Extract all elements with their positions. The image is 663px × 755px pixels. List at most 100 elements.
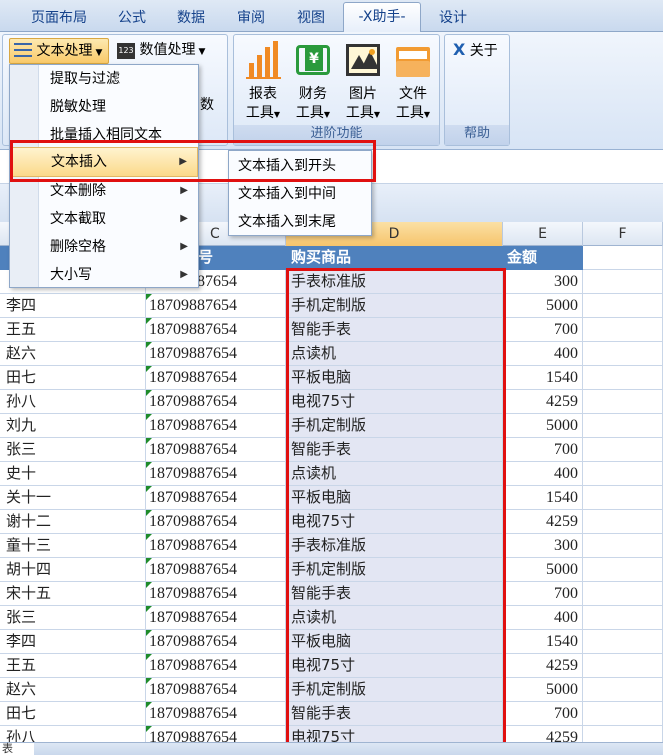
- cell-amount[interactable]: 700: [503, 438, 583, 462]
- cell-f[interactable]: [583, 294, 663, 318]
- cell-product[interactable]: 手机定制版: [286, 414, 503, 438]
- cell-product[interactable]: 电视75寸: [286, 510, 503, 534]
- about-button[interactable]: X 关于: [449, 38, 507, 64]
- text-processing-button[interactable]: 文本处理 ▼: [9, 38, 109, 64]
- cell-product[interactable]: 点读机: [286, 606, 503, 630]
- menu-item[interactable]: 脱敏处理: [11, 93, 198, 121]
- submenu-item[interactable]: 文本插入到中间: [230, 180, 370, 208]
- tab-review[interactable]: 审阅: [224, 6, 278, 32]
- cell-f[interactable]: [583, 702, 663, 726]
- cell-phone[interactable]: 18709887654: [146, 678, 286, 702]
- cell-product[interactable]: 智能手表: [286, 582, 503, 606]
- cell-amount[interactable]: 4259: [503, 726, 583, 742]
- cell-product[interactable]: 电视75寸: [286, 654, 503, 678]
- cell-f[interactable]: [583, 390, 663, 414]
- cell-f[interactable]: [583, 366, 663, 390]
- cell-name[interactable]: 孙八: [0, 726, 146, 742]
- cell-phone[interactable]: 18709887654: [146, 534, 286, 558]
- menu-item[interactable]: 删除空格 ▶: [11, 233, 198, 261]
- cell-amount[interactable]: 400: [503, 606, 583, 630]
- cell-amount[interactable]: 4259: [503, 390, 583, 414]
- cell-f[interactable]: [583, 726, 663, 742]
- header-cell-product[interactable]: 购买商品: [286, 246, 503, 270]
- cell-name[interactable]: 童十三: [0, 534, 146, 558]
- file-tools-button[interactable]: 文件 工具▼: [388, 41, 438, 124]
- sheet-tab[interactable]: 表: [0, 743, 34, 755]
- tab-x-helper[interactable]: -X助手-: [343, 2, 421, 33]
- cell-f[interactable]: [583, 678, 663, 702]
- cell-phone[interactable]: 18709887654: [146, 414, 286, 438]
- cell-name[interactable]: 王五: [0, 318, 146, 342]
- cell-amount[interactable]: 4259: [503, 510, 583, 534]
- cell-amount[interactable]: 1540: [503, 366, 583, 390]
- cell-phone[interactable]: 18709887654: [146, 702, 286, 726]
- cell-f[interactable]: [583, 486, 663, 510]
- cell-f[interactable]: [583, 630, 663, 654]
- cell-name[interactable]: 宋十五: [0, 582, 146, 606]
- cell-product[interactable]: 平板电脑: [286, 366, 503, 390]
- cell-amount[interactable]: 1540: [503, 630, 583, 654]
- cell-f[interactable]: [583, 342, 663, 366]
- cell-f[interactable]: [583, 438, 663, 462]
- column-header-f[interactable]: F: [583, 222, 663, 246]
- cell-phone[interactable]: 18709887654: [146, 486, 286, 510]
- cell-amount[interactable]: 700: [503, 318, 583, 342]
- cell-product[interactable]: 智能手表: [286, 318, 503, 342]
- cell-name[interactable]: 王五: [0, 654, 146, 678]
- cell-phone[interactable]: 18709887654: [146, 606, 286, 630]
- tab-design[interactable]: 设计: [426, 6, 480, 32]
- menu-item[interactable]: 提取与过滤: [11, 65, 198, 93]
- cell-phone[interactable]: 18709887654: [146, 390, 286, 414]
- cell-amount[interactable]: 300: [503, 270, 583, 294]
- cell-f[interactable]: [583, 582, 663, 606]
- cell-name[interactable]: 李四: [0, 294, 146, 318]
- cell-f[interactable]: [583, 510, 663, 534]
- cell-name[interactable]: 谢十二: [0, 510, 146, 534]
- cell-product[interactable]: 电视75寸: [286, 726, 503, 742]
- finance-tools-button[interactable]: ¥ 财务 工具▼: [288, 41, 338, 124]
- cell-name[interactable]: 张三: [0, 606, 146, 630]
- submenu-item[interactable]: 文本插入到末尾: [230, 208, 370, 236]
- tab-page-layout[interactable]: 页面布局: [18, 6, 100, 32]
- menu-item[interactable]: 文本删除 ▶: [11, 177, 198, 205]
- tab-data[interactable]: 数据: [164, 6, 218, 32]
- cell-name[interactable]: 胡十四: [0, 558, 146, 582]
- cell-amount[interactable]: 1540: [503, 486, 583, 510]
- cell-name[interactable]: 张三: [0, 438, 146, 462]
- cell-product[interactable]: 平板电脑: [286, 630, 503, 654]
- cell-product[interactable]: 手机定制版: [286, 294, 503, 318]
- cell-f[interactable]: [583, 246, 663, 270]
- cell-phone[interactable]: 18709887654: [146, 630, 286, 654]
- cell-amount[interactable]: 300: [503, 534, 583, 558]
- cell-product[interactable]: 智能手表: [286, 702, 503, 726]
- cell-product[interactable]: 手表标准版: [286, 534, 503, 558]
- cell-phone[interactable]: 18709887654: [146, 726, 286, 742]
- cell-f[interactable]: [583, 462, 663, 486]
- image-tools-button[interactable]: 图片 工具▼: [338, 41, 388, 124]
- cell-amount[interactable]: 400: [503, 342, 583, 366]
- cell-name[interactable]: 赵六: [0, 342, 146, 366]
- cell-name[interactable]: 史十: [0, 462, 146, 486]
- cell-phone[interactable]: 18709887654: [146, 558, 286, 582]
- cell-amount[interactable]: 5000: [503, 294, 583, 318]
- cell-phone[interactable]: 18709887654: [146, 462, 286, 486]
- header-cell-amount[interactable]: 金额: [503, 246, 583, 270]
- cell-f[interactable]: [583, 606, 663, 630]
- cell-amount[interactable]: 700: [503, 582, 583, 606]
- cell-product[interactable]: 电视75寸: [286, 390, 503, 414]
- menu-item[interactable]: 批量插入相同文本: [11, 121, 198, 149]
- cell-name[interactable]: 赵六: [0, 678, 146, 702]
- cell-phone[interactable]: 18709887654: [146, 582, 286, 606]
- cell-f[interactable]: [583, 558, 663, 582]
- menu-item[interactable]: 文本截取 ▶: [11, 205, 198, 233]
- cell-name[interactable]: 孙八: [0, 390, 146, 414]
- cell-phone[interactable]: 18709887654: [146, 438, 286, 462]
- cell-amount[interactable]: 5000: [503, 414, 583, 438]
- tab-formulas[interactable]: 公式: [106, 6, 158, 32]
- cell-phone[interactable]: 18709887654: [146, 294, 286, 318]
- cell-product[interactable]: 智能手表: [286, 438, 503, 462]
- cell-product[interactable]: 平板电脑: [286, 486, 503, 510]
- cell-product[interactable]: 点读机: [286, 342, 503, 366]
- cell-product[interactable]: 手机定制版: [286, 678, 503, 702]
- number-processing-button[interactable]: 123 数值处理 ▼: [113, 38, 223, 64]
